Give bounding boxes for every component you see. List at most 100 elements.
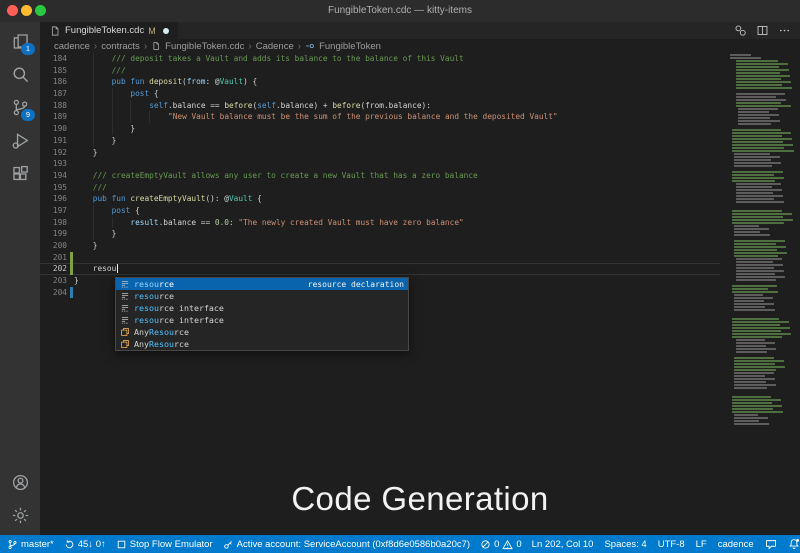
minimap-line xyxy=(732,399,781,401)
explorer-icon[interactable]: 1 xyxy=(0,25,40,58)
minimap-line xyxy=(734,414,758,416)
suggestion-item[interactable]: resource interface xyxy=(116,314,408,326)
git-branch-item[interactable]: master* xyxy=(7,539,54,550)
code-text: self.balance == before(self.balance) + b… xyxy=(149,100,431,110)
code-line[interactable]: 196 pub fun createEmptyVault(): @Vault { xyxy=(40,193,720,205)
minimap-line xyxy=(732,213,792,215)
editor[interactable]: 184 /// deposit takes a Vault and adds it… xyxy=(40,53,800,535)
code-line[interactable]: 193 xyxy=(40,158,720,170)
unsaved-dot[interactable] xyxy=(162,27,169,34)
run-debug-icon[interactable] xyxy=(0,124,40,157)
open-changes-icon[interactable] xyxy=(734,24,747,37)
minimap[interactable] xyxy=(726,54,796,426)
minimap-line xyxy=(738,111,769,113)
source-control-icon[interactable]: 9 xyxy=(0,91,40,124)
code-line[interactable]: 200} xyxy=(40,240,720,252)
suggestion-item[interactable]: resource xyxy=(116,290,408,302)
minimap-line xyxy=(732,180,775,182)
suggest-widget: resource resource declaration resource reso… xyxy=(115,277,409,351)
settings-gear-icon[interactable] xyxy=(0,499,40,532)
code-line[interactable]: 188 self.balance == before(self.balance) … xyxy=(40,99,720,112)
minimap-line xyxy=(732,177,784,179)
branch-icon xyxy=(7,539,18,550)
stop-emulator-item[interactable]: Stop Flow Emulator xyxy=(116,539,213,550)
zoom-window-button[interactable] xyxy=(35,5,46,16)
code-line[interactable]: 199} xyxy=(40,228,720,240)
suggestion-item[interactable]: AnyResource xyxy=(116,338,408,350)
line-number: 184 xyxy=(52,54,67,63)
code-line[interactable]: 190} xyxy=(40,123,720,135)
minimap-line xyxy=(738,108,778,110)
code-line[interactable]: 186 pub fun deposit(from: @Vault) { xyxy=(40,76,720,89)
suggestion-item[interactable]: resource resource declaration xyxy=(116,278,408,290)
cursor-position-item[interactable]: Ln 202, Col 10 xyxy=(532,539,594,550)
snippet-icon xyxy=(120,291,130,301)
code-line[interactable]: 198 result.balance == 0.0: "The newly cre… xyxy=(40,216,720,229)
account-icon[interactable] xyxy=(0,466,40,499)
snippet-icon xyxy=(120,315,130,325)
breadcrumb-item-file[interactable]: FungibleToken.cdc xyxy=(165,41,244,52)
active-account-item[interactable]: Active account: ServiceAccount (0xf8d6e0… xyxy=(223,539,470,550)
editor-tab[interactable]: FungibleToken.cdc M xyxy=(40,22,178,39)
indentation-item[interactable]: Spaces: 4 xyxy=(604,539,646,550)
breadcrumb-item-contracts[interactable]: contracts xyxy=(101,41,140,52)
code-line[interactable]: 191} xyxy=(40,134,720,147)
code-area[interactable]: 184 /// deposit takes a Vault and adds it… xyxy=(40,53,800,299)
minimap-line xyxy=(732,216,783,218)
scm-badge: 9 xyxy=(21,109,35,121)
minimap-line xyxy=(726,282,796,284)
code-line[interactable]: 189 "New Vault balance must be the sum of… xyxy=(40,111,720,124)
git-modified-badge: M xyxy=(148,25,156,36)
suggestion-item[interactable]: AnyResource xyxy=(116,326,408,338)
minimap-line xyxy=(736,75,790,77)
minimap-line xyxy=(726,393,796,395)
minimap-line xyxy=(736,192,773,194)
eol-item[interactable]: LF xyxy=(696,539,707,550)
code-line[interactable]: 202 resou xyxy=(40,263,720,276)
split-editor-icon[interactable] xyxy=(756,24,769,37)
code-line[interactable]: 195 /// xyxy=(40,182,720,194)
minimap-line xyxy=(734,378,775,380)
code-line[interactable]: 197 post { xyxy=(40,204,720,217)
minimap-line xyxy=(726,204,796,206)
suggestion-item[interactable]: resource interface xyxy=(116,302,408,314)
minimap-line xyxy=(734,372,774,374)
sync-item[interactable]: 45↓ 0↑ xyxy=(64,539,106,550)
activity-bar: 1 9 xyxy=(0,22,40,535)
minimap-line xyxy=(736,93,785,95)
breadcrumb-item-language[interactable]: Cadence xyxy=(256,41,294,52)
bell-icon[interactable] xyxy=(788,538,800,550)
code-text: post { xyxy=(130,89,159,99)
extensions-icon[interactable] xyxy=(0,157,40,190)
feedback-icon[interactable] xyxy=(765,538,777,550)
encoding-item[interactable]: UTF-8 xyxy=(658,539,685,550)
code-line[interactable]: 194 /// createEmptyVault allows any user … xyxy=(40,170,720,182)
breadcrumb-item-cadence[interactable]: cadence xyxy=(54,41,90,52)
line-number: 187 xyxy=(52,89,67,99)
search-icon[interactable] xyxy=(0,58,40,91)
code-line[interactable]: 201 xyxy=(40,251,720,264)
minimize-window-button[interactable] xyxy=(21,5,32,16)
minimap-line xyxy=(726,90,796,92)
problems-item[interactable]: 0 0 xyxy=(480,539,522,550)
minimap-line xyxy=(734,249,777,251)
code-line[interactable]: 192} xyxy=(40,147,720,159)
code-line[interactable]: 185 /// xyxy=(40,64,720,77)
code-line[interactable]: 184 /// deposit takes a Vault and adds it… xyxy=(40,53,720,65)
close-window-button[interactable] xyxy=(7,5,18,16)
language-mode-item[interactable]: cadence xyxy=(718,539,754,550)
minimap-line xyxy=(726,315,796,317)
minimap-line xyxy=(732,141,783,143)
minimap-line xyxy=(734,387,767,389)
code-line[interactable]: 187 post { xyxy=(40,88,720,100)
symbol-class-icon xyxy=(120,327,130,337)
minimap-line xyxy=(736,186,772,188)
breadcrumb-item-symbol[interactable]: FungibleToken xyxy=(319,41,381,52)
minimap-line xyxy=(732,147,784,149)
minimap-line xyxy=(734,420,759,422)
minimap-line xyxy=(738,114,779,116)
more-actions-icon[interactable] xyxy=(778,24,791,37)
line-number: 194 xyxy=(52,170,67,180)
minimap-line xyxy=(736,60,778,62)
explorer-badge: 1 xyxy=(21,43,35,55)
